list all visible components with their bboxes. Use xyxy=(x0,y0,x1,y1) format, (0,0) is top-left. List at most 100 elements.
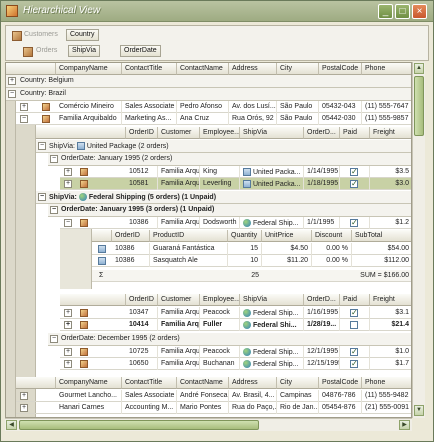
cell-customer[interactable]: Familia Arquibaldo xyxy=(158,166,200,178)
cell-address[interactable]: Av. dos Lusí... xyxy=(229,101,277,113)
col-city[interactable]: City xyxy=(277,377,319,389)
customer-row[interactable]: − Familia Arquibaldo Marketing As... Ana… xyxy=(16,113,411,125)
cell-address[interactable]: Av. Brasil, 4... xyxy=(229,390,277,402)
cell-orderid[interactable]: 10650 xyxy=(126,358,158,370)
col-freight[interactable]: Freight xyxy=(370,294,411,306)
paid-checkbox[interactable] xyxy=(350,359,358,368)
cell-shipvia[interactable]: Federal Shi... xyxy=(240,319,304,331)
cell-freight[interactable]: $3.5 xyxy=(370,166,411,178)
cell-paid[interactable] xyxy=(340,307,370,319)
cell-unitprice[interactable]: $11.20 xyxy=(262,255,312,267)
cell-orderid[interactable]: 10581 xyxy=(126,178,158,190)
group-row-shipvia-federal[interactable]: − ShipVia: Federal Shipping (5 orders) (… xyxy=(36,191,411,204)
cell-orderid[interactable]: 10414 xyxy=(126,319,158,331)
cell-quantity[interactable]: 10 xyxy=(228,255,262,267)
col-orderdate[interactable]: OrderD... xyxy=(304,127,340,139)
cell-orderid[interactable]: 10725 xyxy=(126,346,158,358)
cell-paid[interactable] xyxy=(340,217,370,229)
scroll-down-button[interactable]: ▼ xyxy=(414,405,424,416)
col-freight[interactable]: Freight xyxy=(370,127,411,139)
cell-orderdate[interactable]: 12/15/1995 xyxy=(304,358,340,370)
collapse-icon[interactable]: − xyxy=(50,335,58,343)
cell-companyname[interactable]: Gourmet Lancho... xyxy=(56,390,122,402)
cell-contacttitle[interactable]: Sales Associate xyxy=(122,101,177,113)
cell-shipvia[interactable]: Federal Ship... xyxy=(240,217,304,229)
expand-icon[interactable]: + xyxy=(64,348,72,356)
cell-freight[interactable]: $1.7 xyxy=(370,358,411,370)
cell-customer[interactable]: Familia Arquibaldo xyxy=(158,217,200,229)
cell-customer[interactable]: Familia Arquibaldo xyxy=(158,358,200,370)
col-shipvia[interactable]: ShipVia xyxy=(240,127,304,139)
paid-checkbox[interactable] xyxy=(350,218,358,227)
col-customer[interactable]: Customer xyxy=(158,127,200,139)
col-detail-orderid[interactable]: OrderID xyxy=(112,230,150,242)
cell-quantity[interactable]: 15 xyxy=(228,243,262,255)
order-row-10386[interactable]: − 10386 Familia Arquibaldo Dodsworth Fed… xyxy=(60,217,411,229)
paid-checkbox[interactable] xyxy=(350,179,358,188)
order-row[interactable]: + 10512 Familia Arquibaldo King United P… xyxy=(60,166,411,178)
cell-subtotal[interactable]: $54.00 xyxy=(352,243,411,255)
cell-contacttitle[interactable]: Accounting M... xyxy=(122,402,177,414)
cell-customer[interactable]: Familia Arquibaldo xyxy=(158,178,200,190)
cell-contactname[interactable]: Mario Pontes xyxy=(177,402,229,414)
cell-paid[interactable] xyxy=(340,319,370,331)
cell-contacttitle[interactable]: Sales Associate xyxy=(122,390,177,402)
col-postalcode[interactable]: PostalCode xyxy=(319,63,362,75)
col-paid[interactable]: Paid xyxy=(340,294,370,306)
group-row-shipvia-united[interactable]: − ShipVia: United Package (2 orders) xyxy=(36,140,411,153)
cell-paid[interactable] xyxy=(340,166,370,178)
cell-freight[interactable]: $3.1 xyxy=(370,307,411,319)
cell-orderdate[interactable]: 1/28/19... xyxy=(304,319,340,331)
cell-orderdate[interactable]: 1/16/1995 xyxy=(304,307,340,319)
cell-paid[interactable] xyxy=(340,358,370,370)
expand-icon[interactable]: + xyxy=(64,360,72,368)
paid-checkbox[interactable] xyxy=(350,321,358,329)
cell-shipvia[interactable]: Federal Ship... xyxy=(240,307,304,319)
col-address[interactable]: Address xyxy=(229,377,277,389)
group-by-panel[interactable]: Customers Country Orders ShipVia OrderDa… xyxy=(5,25,429,61)
customer-row[interactable]: + Hanari Carnes Accounting M... Mario Po… xyxy=(16,402,411,414)
col-contactname[interactable]: ContactName xyxy=(177,63,229,75)
order-row[interactable]: + 10347 Familia Arquibaldo Peacock Feder… xyxy=(60,307,411,319)
col-contacttitle[interactable]: ContactTitle xyxy=(122,63,177,75)
order-row[interactable]: + 10650 Familia Arquibaldo Buchanan Fede… xyxy=(60,358,411,370)
cell-paid[interactable] xyxy=(340,346,370,358)
col-customer[interactable]: Customer xyxy=(158,294,200,306)
group-row-orderdate-jan95[interactable]: − OrderDate: January 1995 (2 orders) xyxy=(48,153,411,166)
cell-orderid[interactable]: 10512 xyxy=(126,166,158,178)
cell-discount[interactable]: 0.00 % xyxy=(312,255,352,267)
horizontal-scroll-thumb[interactable] xyxy=(19,420,259,430)
col-quantity[interactable]: Quantity xyxy=(228,230,262,242)
col-contacttitle[interactable]: ContactTitle xyxy=(122,377,177,389)
paid-checkbox[interactable] xyxy=(350,167,358,176)
collapse-icon[interactable]: − xyxy=(50,206,58,214)
expand-icon[interactable]: + xyxy=(64,309,72,317)
cell-phone[interactable]: (21) 555-0091 xyxy=(362,402,411,414)
expand-icon[interactable]: + xyxy=(20,392,28,400)
cell-customer[interactable]: Familia Arquibaldo xyxy=(158,346,200,358)
expand-icon[interactable]: + xyxy=(64,168,72,176)
col-postalcode[interactable]: PostalCode xyxy=(319,377,362,389)
expand-icon[interactable]: + xyxy=(8,77,16,85)
cell-address[interactable]: Rua do Paço,... xyxy=(229,402,277,414)
expand-icon[interactable]: + xyxy=(64,180,72,188)
horizontal-scrollbar[interactable]: ◀ ▶ xyxy=(5,418,412,431)
cell-customer[interactable]: Familia Arquib... xyxy=(158,319,200,331)
cell-employee[interactable]: Fuller xyxy=(200,319,240,331)
cell-postalcode[interactable]: 04876-786 xyxy=(319,390,362,402)
cell-postalcode[interactable]: 05442-030 xyxy=(319,113,362,125)
cell-employee[interactable]: King xyxy=(200,166,240,178)
col-productid[interactable]: ProductID xyxy=(150,230,228,242)
cell-freight[interactable]: $1.2 xyxy=(370,217,411,229)
detail-row[interactable]: 10386 Sasquatch Ale 10 $11.20 0.00 % $11… xyxy=(92,255,411,267)
scroll-left-button[interactable]: ◀ xyxy=(6,420,17,430)
cell-city[interactable]: Campinas xyxy=(277,390,319,402)
cell-orderid[interactable]: 10347 xyxy=(126,307,158,319)
hierarchical-grid[interactable]: CompanyName ContactTitle ContactName Add… xyxy=(5,62,412,418)
col-city[interactable]: City xyxy=(277,63,319,75)
group-row-orderdate-dec95[interactable]: − OrderDate: December 1995 (2 orders) xyxy=(48,333,411,346)
cell-postalcode[interactable]: 05454-876 xyxy=(319,402,362,414)
cell-unitprice[interactable]: $4.50 xyxy=(262,243,312,255)
cell-phone[interactable]: (11) 555-7647 xyxy=(362,101,411,113)
col-unitprice[interactable]: UnitPrice xyxy=(262,230,312,242)
